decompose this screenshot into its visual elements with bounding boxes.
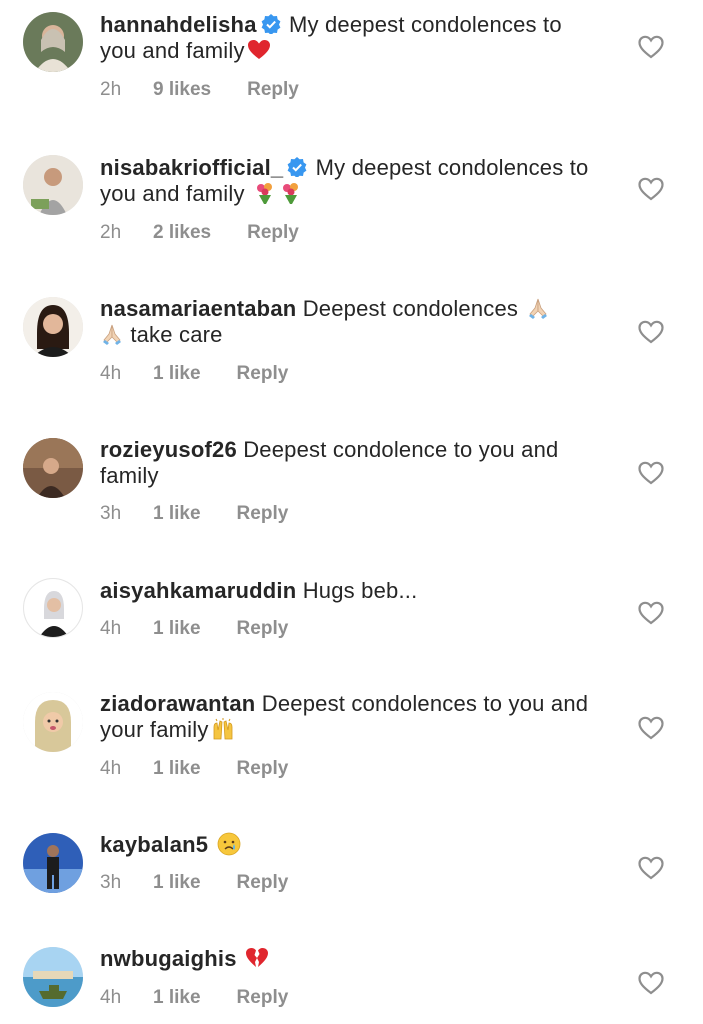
like-heart-icon[interactable] <box>638 601 664 625</box>
comment-time: 4h <box>100 618 122 639</box>
avatar[interactable] <box>23 12 83 72</box>
comment-likes[interactable]: 2 likes <box>153 222 211 244</box>
comment-time: 2h <box>100 79 122 100</box>
comment-meta: 3h 1 like Reply <box>100 503 288 525</box>
like-heart-icon[interactable] <box>638 35 664 59</box>
comment-text: nwbugaighis <box>100 946 600 972</box>
avatar[interactable] <box>23 297 83 357</box>
comment-meta: 4h 1 like Reply <box>100 363 288 385</box>
comment-text: ziadorawantan Deepest condolences to you… <box>100 691 600 743</box>
comment-list: hannahdelisha My deepest condolences to … <box>0 0 703 1024</box>
comment-text: rozieyusof26 Deepest condolence to you a… <box>100 437 600 489</box>
reply-button[interactable]: Reply <box>237 363 289 385</box>
verified-badge-icon <box>261 14 281 34</box>
comment-meta: 4h 1 like Reply <box>100 987 288 1009</box>
like-heart-icon[interactable] <box>638 856 664 880</box>
avatar[interactable] <box>23 578 83 638</box>
verified-badge-icon <box>287 157 307 177</box>
comment-likes[interactable]: 1 like <box>153 872 201 894</box>
comment-time: 4h <box>100 363 122 384</box>
comment-meta: 4h 1 like Reply <box>100 758 288 780</box>
reply-button[interactable]: Reply <box>247 222 299 244</box>
comment-username[interactable]: nwbugaighis <box>100 946 237 971</box>
reply-button[interactable]: Reply <box>237 872 289 894</box>
bouquet-icon <box>256 183 272 204</box>
avatar[interactable] <box>23 947 83 1007</box>
folded-hands-icon <box>103 324 121 345</box>
red-heart-icon <box>247 40 270 59</box>
avatar[interactable] <box>23 692 83 752</box>
comment-text: nisabakriofficial_ My deepest condolence… <box>100 155 600 207</box>
comment-meta: 2h 2 likes Reply <box>100 222 299 244</box>
comment-time: 4h <box>100 987 122 1008</box>
comment-text: nasamariaentaban Deepest condolences tak… <box>100 296 600 348</box>
comment-username[interactable]: kaybalan5 <box>100 832 208 857</box>
reply-button[interactable]: Reply <box>237 618 289 640</box>
comment-body-continued: take care <box>130 322 223 347</box>
raising-hands-icon <box>213 718 232 740</box>
avatar[interactable] <box>23 438 83 498</box>
reply-button[interactable]: Reply <box>237 758 289 780</box>
like-heart-icon[interactable] <box>638 716 664 740</box>
bouquet-icon <box>282 183 298 204</box>
comment-meta: 4h 1 like Reply <box>100 618 288 640</box>
comment-text: aisyahkamaruddin Hugs beb... <box>100 578 600 604</box>
comment-username[interactable]: aisyahkamaruddin <box>100 578 296 603</box>
comment-text: hannahdelisha My deepest condolences to … <box>100 12 600 64</box>
comment-likes[interactable]: 1 like <box>153 758 201 780</box>
avatar[interactable] <box>23 833 83 893</box>
avatar[interactable] <box>23 155 83 215</box>
comment-likes[interactable]: 1 like <box>153 618 201 640</box>
comment-body: Hugs beb... <box>302 578 418 603</box>
broken-heart-icon <box>245 948 268 967</box>
crying-face-icon <box>217 832 240 856</box>
reply-button[interactable]: Reply <box>247 79 299 101</box>
comment-time: 4h <box>100 758 122 779</box>
like-heart-icon[interactable] <box>638 461 664 485</box>
comment-meta: 3h 1 like Reply <box>100 872 288 894</box>
comment-text: kaybalan5 <box>100 832 600 858</box>
comment-time: 2h <box>100 222 122 243</box>
folded-hands-icon <box>529 298 548 319</box>
comment-likes[interactable]: 1 like <box>153 503 201 525</box>
like-heart-icon[interactable] <box>638 320 664 344</box>
comment-username[interactable]: rozieyusof26 <box>100 437 237 462</box>
reply-button[interactable]: Reply <box>237 987 289 1009</box>
comment-likes[interactable]: 1 like <box>153 987 201 1009</box>
comment-username[interactable]: nisabakriofficial_ <box>100 155 283 180</box>
comment-meta: 2h 9 likes Reply <box>100 79 299 101</box>
comment-time: 3h <box>100 503 122 524</box>
comment-username[interactable]: nasamariaentaban <box>100 296 296 321</box>
comment-time: 3h <box>100 872 122 893</box>
comment-likes[interactable]: 9 likes <box>153 79 211 101</box>
comment-username[interactable]: ziadorawantan <box>100 691 255 716</box>
comment-body: Deepest condolences <box>302 296 519 321</box>
comment-username[interactable]: hannahdelisha <box>100 12 257 37</box>
like-heart-icon[interactable] <box>638 971 664 995</box>
reply-button[interactable]: Reply <box>237 503 289 525</box>
comment-likes[interactable]: 1 like <box>153 363 201 385</box>
like-heart-icon[interactable] <box>638 177 664 201</box>
